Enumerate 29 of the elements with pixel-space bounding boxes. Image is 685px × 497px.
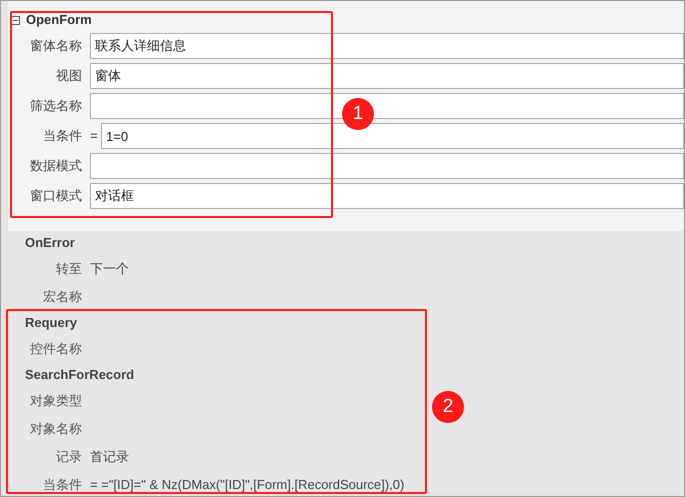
argument-label: 控件名称 [29, 340, 82, 358]
argument-field[interactable]: 1=0 [101, 123, 684, 149]
argument-label: 视图 [55, 67, 82, 86]
argument-label: 对象名称 [29, 420, 82, 438]
argument-field[interactable]: 窗体 [90, 63, 684, 89]
argument-label: 对象类型 [29, 392, 82, 410]
action-name[interactable]: OnError [25, 233, 75, 253]
argument-value: 首记录 [90, 448, 129, 466]
argument-field[interactable]: 联系人详细信息 [90, 33, 684, 59]
argument-field[interactable] [90, 153, 684, 179]
argument-field[interactable]: 对话框 [90, 183, 684, 209]
argument-label: 当条件 [42, 127, 82, 146]
callout-badge: 2 [432, 391, 464, 423]
argument-label: 筛选名称 [29, 97, 82, 116]
action-name: OpenForm [26, 11, 92, 30]
argument-label: 宏名称 [42, 288, 82, 306]
action-name[interactable]: SearchForRecord [25, 365, 134, 385]
argument-value: = ="[ID]=" & Nz(DMax("[ID]",[Form].[RecordSource]),0) [90, 476, 404, 494]
argument-label: 当条件 [42, 476, 82, 494]
argument-label: 窗口模式 [29, 187, 82, 206]
action-name[interactable]: Requery [25, 313, 78, 333]
argument-field[interactable] [90, 93, 684, 119]
equals-sign: = [90, 127, 99, 146]
collapse-icon[interactable] [11, 16, 20, 24]
argument-label: 数据模式 [29, 157, 82, 176]
argument-value: 下一个 [90, 260, 129, 278]
argument-label: 记录 [55, 448, 82, 466]
argument-label: 窗体名称 [29, 37, 82, 56]
argument-label: 转至 [55, 260, 82, 278]
